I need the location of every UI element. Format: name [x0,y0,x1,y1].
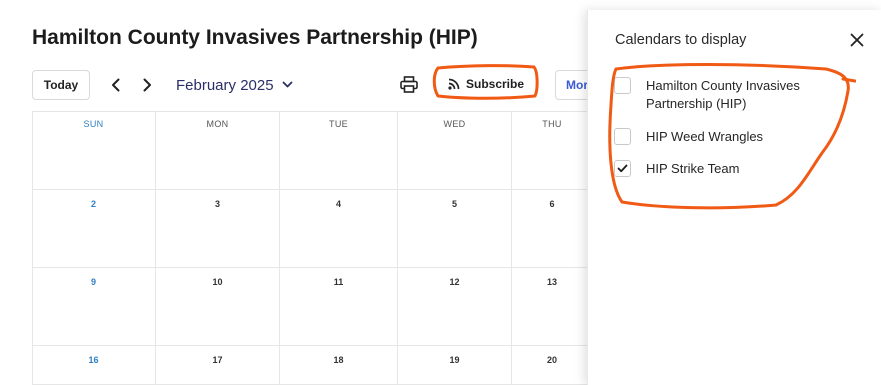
day-number: 16 [88,355,99,365]
calendar-day-cell[interactable]: 9 [32,268,156,346]
calendar-checkbox[interactable] [614,128,631,145]
calendar-option-label: HIP Weed Wrangles [646,129,764,144]
subscribe-button[interactable]: Subscribe [439,70,533,98]
day-number: 2 [90,199,96,209]
calendar-day-cell[interactable]: SUN [32,111,156,190]
calendar-day-cell[interactable]: 16 [32,346,156,385]
calendar-day-cell[interactable]: TUE [280,111,398,190]
day-number: 10 [212,277,223,287]
day-number: 3 [214,199,220,209]
chevron-left-icon [112,78,120,92]
day-number: 18 [333,355,344,365]
day-number: 17 [212,355,223,365]
calendar-option-hip[interactable]: Hamilton County Invasives Partnership (H… [614,77,836,113]
calendar-day-cell[interactable]: 17 [156,346,280,385]
month-label: February 2025 [176,76,274,94]
calendars-panel: Calendars to display Hamilton County Inv… [587,10,881,385]
weekday-header: TUE [329,119,348,129]
calendar-day-cell[interactable]: MON [156,111,280,190]
calendar-checkbox[interactable] [614,160,631,177]
calendar-day-cell[interactable]: 11 [280,268,398,346]
close-panel-button[interactable] [846,29,868,51]
calendar-day-cell[interactable]: 10 [156,268,280,346]
prev-month-button[interactable] [106,74,126,96]
calendar-day-cell[interactable]: 3 [156,190,280,268]
calendar-day-cell[interactable]: 20 [512,346,592,385]
calendar-day-cell[interactable]: 19 [398,346,512,385]
calendar-option-label: Hamilton County Invasives Partnership (H… [646,78,800,111]
day-number: 13 [546,277,557,287]
chevron-right-icon [143,78,151,92]
calendar-day-cell[interactable]: 18 [280,346,398,385]
checkmark-icon [617,164,628,173]
calendar-day-cell[interactable]: 2 [32,190,156,268]
weekday-header: WED [443,119,466,129]
chevron-down-icon [282,81,293,89]
calendar-day-cell[interactable]: WED [398,111,512,190]
today-button[interactable]: Today [32,70,90,100]
panel-title: Calendars to display [615,32,747,48]
day-number: 20 [546,355,557,365]
day-number: 11 [333,277,344,287]
day-number: 19 [449,355,460,365]
calendar-grid: SUN MON TUE WED THU 2 3 4 5 6 9 10 11 12 13 16 17 18 19 20 [32,111,592,385]
calendar-day-cell[interactable]: 6 [512,190,592,268]
next-month-button[interactable] [137,74,157,96]
printer-icon [400,75,418,93]
calendar-option-weed-wrangles[interactable]: HIP Weed Wrangles [614,128,836,146]
print-button[interactable] [398,73,420,95]
calendar-day-cell[interactable]: 4 [280,190,398,268]
calendar-day-cell[interactable]: 5 [398,190,512,268]
day-number: 4 [335,199,341,209]
calendar-checkbox[interactable] [614,77,631,94]
calendar-option-strike-team[interactable]: HIP Strike Team [614,160,836,178]
day-number: 6 [549,199,555,209]
weekday-header: MON [206,119,229,129]
day-number: 12 [449,277,460,287]
calendar-day-cell[interactable]: THU [512,111,592,190]
close-icon [850,33,864,47]
subscribe-label: Subscribe [465,77,525,91]
calendar-option-label: HIP Strike Team [646,161,740,176]
day-number: 9 [90,277,96,287]
calendar-day-cell[interactable]: 12 [398,268,512,346]
day-number: 5 [451,199,457,209]
month-picker[interactable]: February 2025 [176,74,293,96]
calendar-day-cell[interactable]: 13 [512,268,592,346]
rss-icon [448,78,460,90]
weekday-header: THU [542,119,562,129]
weekday-header: SUN [83,119,104,129]
